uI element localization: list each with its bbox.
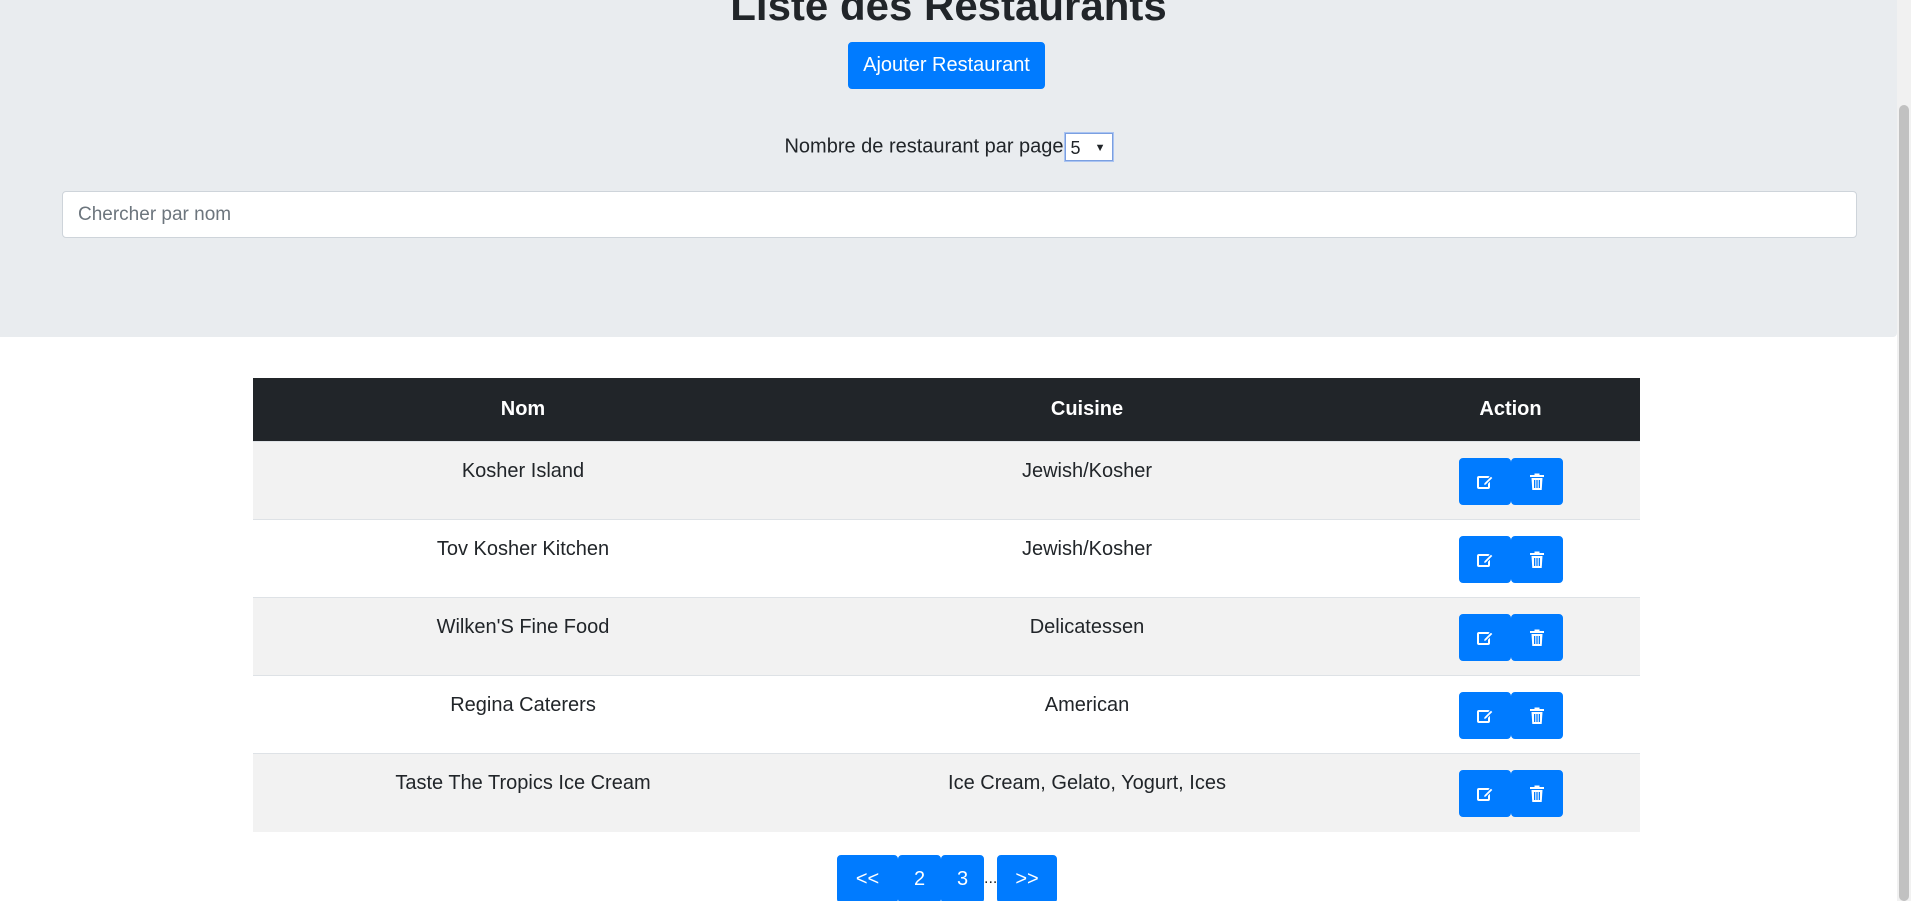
vertical-scrollbar[interactable] xyxy=(1897,0,1911,901)
edit-icon xyxy=(1476,708,1494,723)
page-title: Liste des Restaurants xyxy=(730,0,1167,29)
trash-icon xyxy=(1529,551,1544,568)
edit-button[interactable] xyxy=(1458,770,1511,817)
column-header-cuisine: Cuisine xyxy=(793,378,1381,442)
delete-button[interactable] xyxy=(1510,536,1563,583)
restaurants-table: Nom Cuisine Action Kosher Island Jewish/… xyxy=(253,378,1640,832)
edit-icon xyxy=(1476,474,1494,489)
cell-cuisine: Jewish/Kosher xyxy=(793,519,1381,598)
table-header-row: Nom Cuisine Action xyxy=(253,378,1640,442)
cell-nom: Wilken'S Fine Food xyxy=(253,597,793,676)
edit-button[interactable] xyxy=(1458,614,1511,661)
add-restaurant-button[interactable]: Ajouter Restaurant xyxy=(848,42,1045,89)
pagination-ellipsis: ... xyxy=(984,870,998,887)
delete-button[interactable] xyxy=(1510,770,1563,817)
edit-icon xyxy=(1476,630,1494,645)
pagination-prev-button[interactable]: << xyxy=(837,855,898,901)
jumbotron-header: Liste des Restaurants Ajouter Restaurant… xyxy=(0,0,1897,337)
delete-button[interactable] xyxy=(1510,614,1563,661)
pagination-page-button[interactable]: 3 xyxy=(941,855,984,901)
pagination-page-button[interactable]: 2 xyxy=(898,855,941,901)
edit-button[interactable] xyxy=(1458,692,1511,739)
per-page-label: Nombre de restaurant par page xyxy=(784,135,1064,158)
edit-icon xyxy=(1476,786,1494,801)
delete-button[interactable] xyxy=(1510,458,1563,505)
pagination: << 2 3 ... >> xyxy=(837,855,1057,901)
per-page-value: 5 xyxy=(1070,137,1081,158)
trash-icon xyxy=(1529,473,1544,490)
column-header-action: Action xyxy=(1381,378,1640,442)
table-row: Wilken'S Fine Food Delicatessen xyxy=(253,597,1640,676)
cell-action xyxy=(1381,441,1640,520)
trash-icon xyxy=(1529,707,1544,724)
page: Liste des Restaurants Ajouter Restaurant… xyxy=(0,0,1911,901)
delete-button[interactable] xyxy=(1510,692,1563,739)
edit-button[interactable] xyxy=(1458,458,1511,505)
cell-cuisine: American xyxy=(793,675,1381,754)
cell-nom: Tov Kosher Kitchen xyxy=(253,519,793,598)
cell-action xyxy=(1381,519,1640,598)
search-input[interactable] xyxy=(62,191,1857,238)
table-row: Tov Kosher Kitchen Jewish/Kosher xyxy=(253,519,1640,598)
column-header-nom: Nom xyxy=(253,378,793,442)
dropdown-arrow-icon: ▼ xyxy=(1094,141,1106,154)
cell-action xyxy=(1381,675,1640,754)
cell-action xyxy=(1381,753,1640,832)
scrollbar-thumb[interactable] xyxy=(1899,105,1909,901)
table-row: Regina Caterers American xyxy=(253,675,1640,754)
cell-cuisine: Delicatessen xyxy=(793,597,1381,676)
cell-nom: Regina Caterers xyxy=(253,675,793,754)
edit-button[interactable] xyxy=(1458,536,1511,583)
edit-icon xyxy=(1476,552,1494,567)
table-row: Kosher Island Jewish/Kosher xyxy=(253,441,1640,520)
trash-icon xyxy=(1529,785,1544,802)
cell-cuisine: Jewish/Kosher xyxy=(793,441,1381,520)
cell-action xyxy=(1381,597,1640,676)
pagination-next-button[interactable]: >> xyxy=(997,855,1057,901)
cell-cuisine: Ice Cream, Gelato, Yogurt, Ices xyxy=(793,753,1381,832)
per-page-select[interactable]: 5 ▼ xyxy=(1064,132,1113,161)
per-page-control: Nombre de restaurant par page 5 ▼ xyxy=(0,130,1897,163)
cell-nom: Kosher Island xyxy=(253,441,793,520)
cell-nom: Taste The Tropics Ice Cream xyxy=(253,753,793,832)
table-row: Taste The Tropics Ice Cream Ice Cream, G… xyxy=(253,753,1640,832)
trash-icon xyxy=(1529,629,1544,646)
